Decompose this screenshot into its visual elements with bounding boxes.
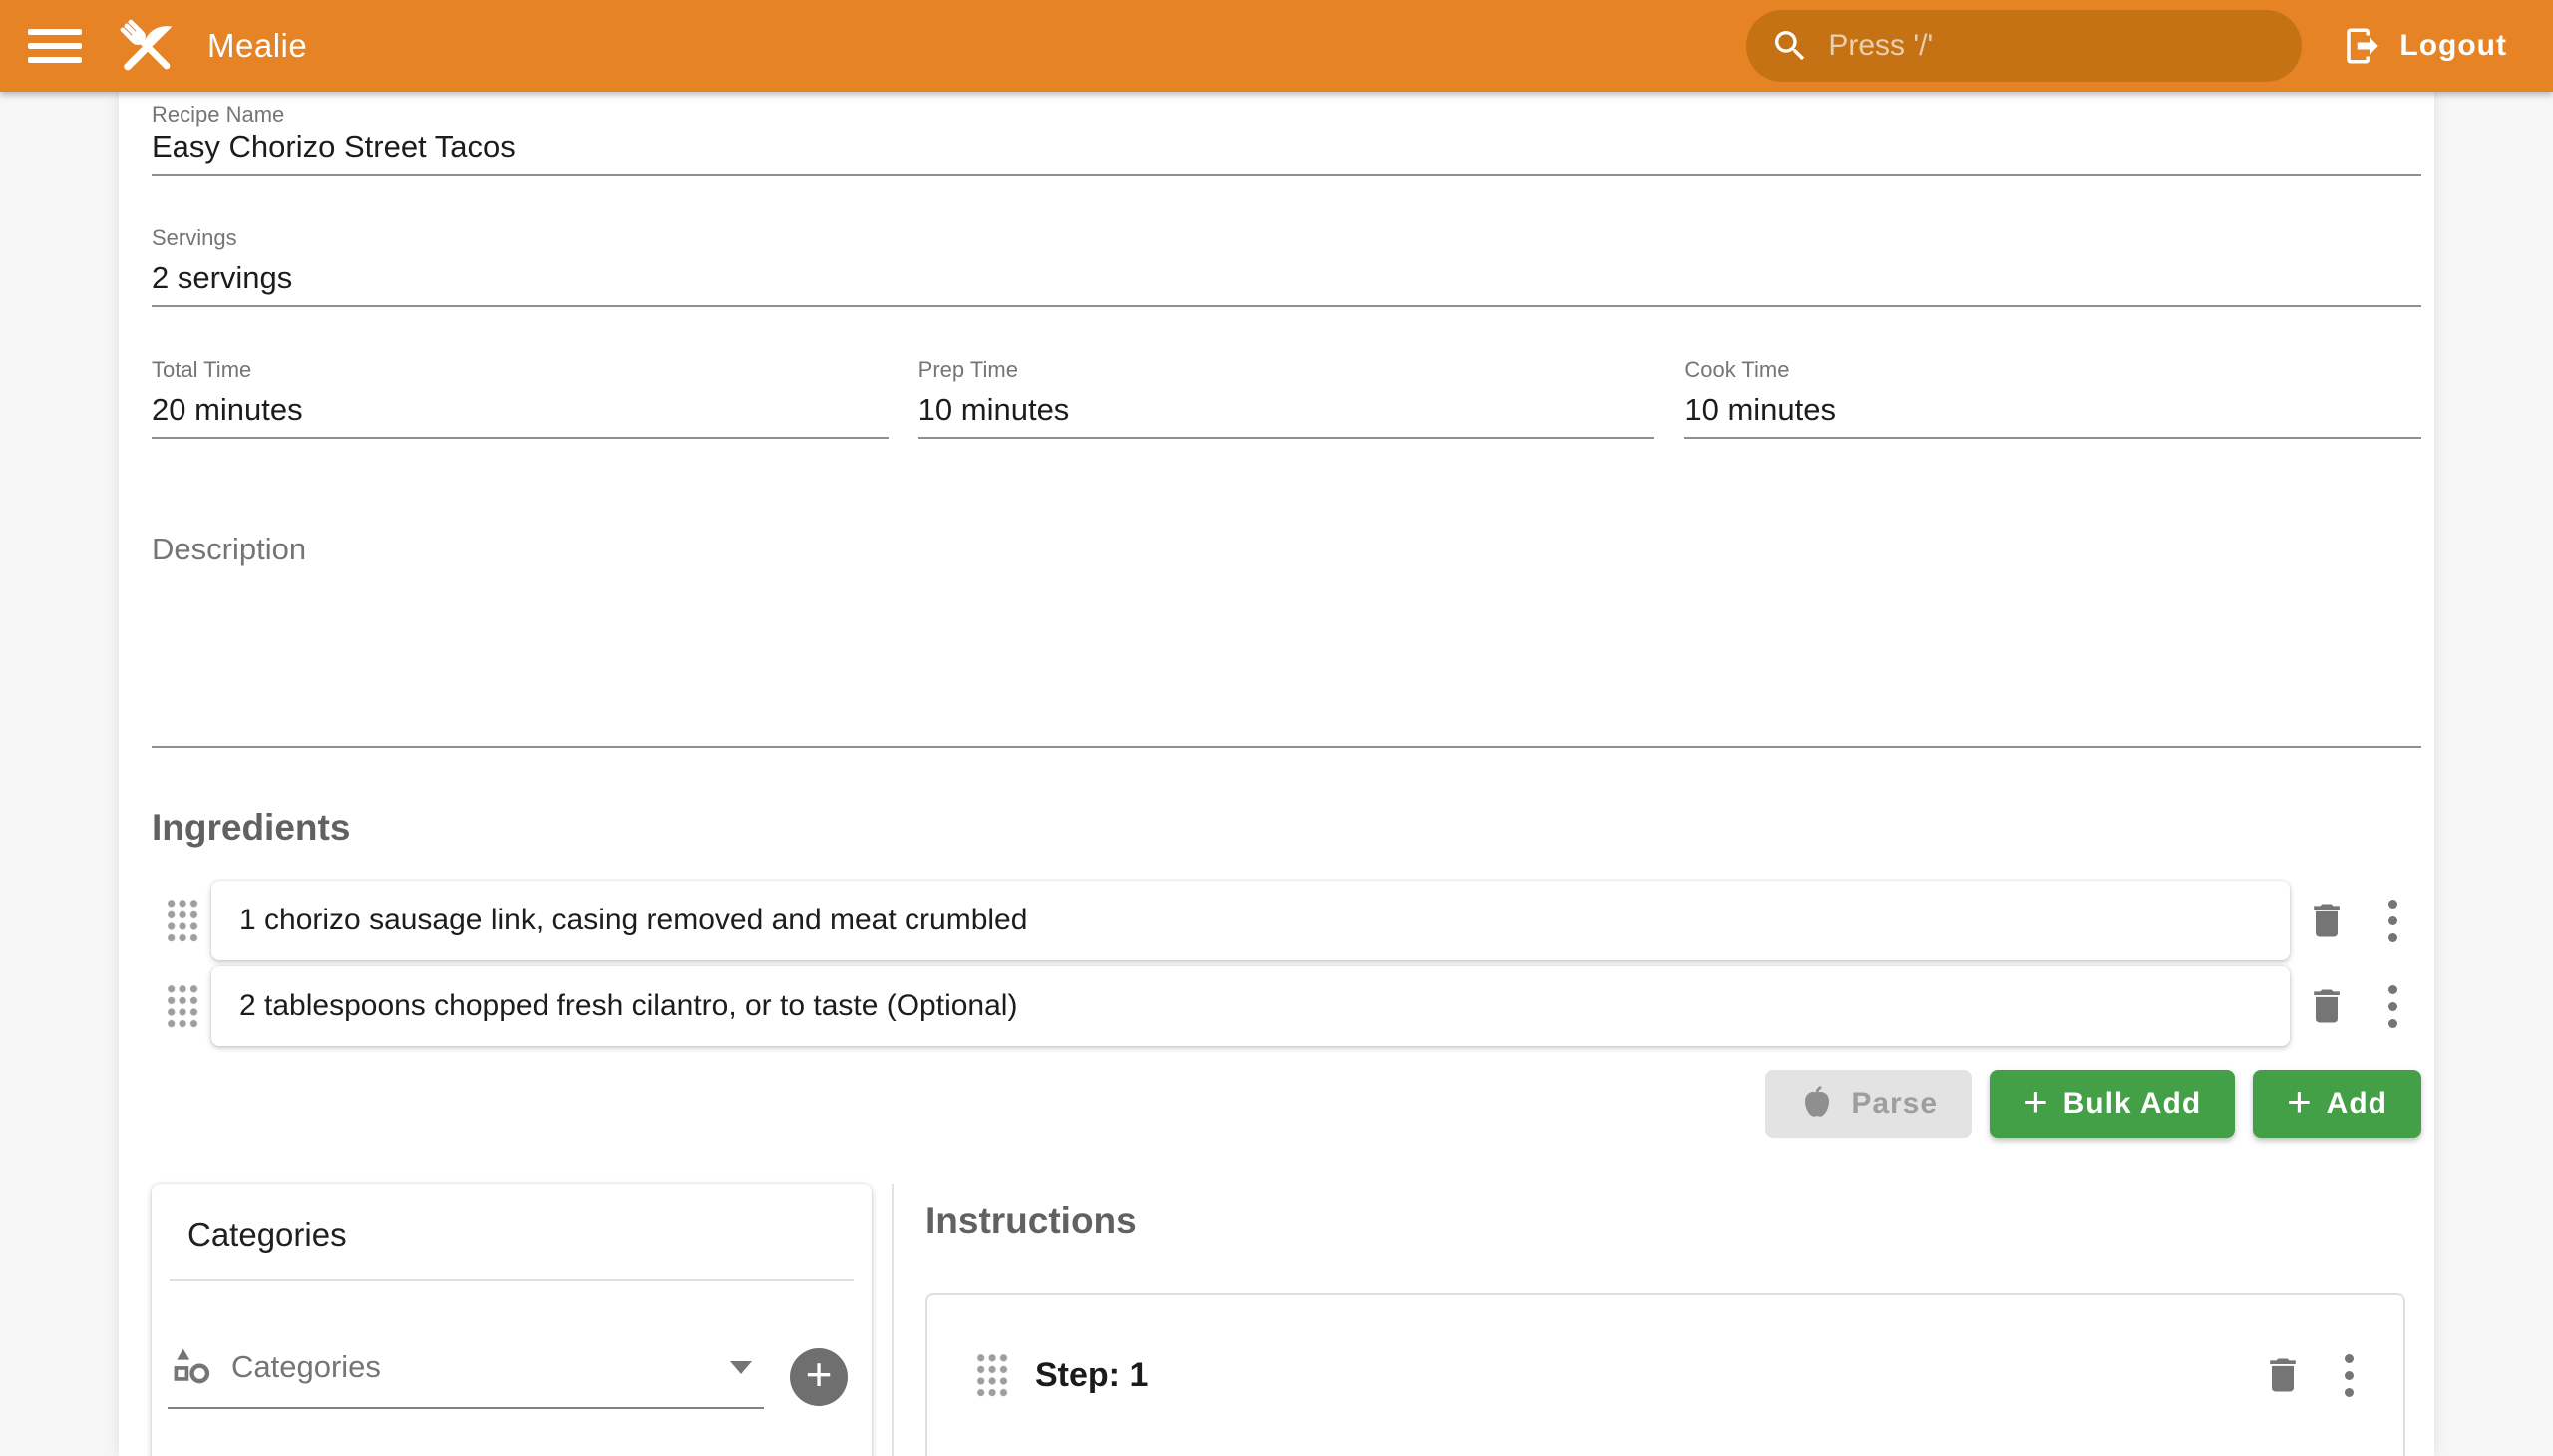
trash-icon: [2261, 1353, 2305, 1397]
drag-handle-icon[interactable]: [166, 983, 199, 1029]
parse-label: Parse: [1851, 1087, 1938, 1121]
ingredient-card: [211, 966, 2290, 1046]
description-textarea[interactable]: [152, 531, 2421, 748]
cook-time-input[interactable]: [1684, 391, 2421, 439]
kebab-menu-icon: [2388, 985, 2397, 1028]
recipe-editor-card: Recipe Name Servings Total Time Prep Tim…: [119, 92, 2434, 1456]
recipe-name-input[interactable]: [152, 128, 2421, 176]
drag-handle-icon[interactable]: [975, 1352, 1009, 1398]
add-ingredient-button[interactable]: Add: [2253, 1070, 2421, 1138]
delete-step-button[interactable]: [2254, 1343, 2312, 1407]
ingredient-list: [152, 881, 2421, 1046]
categories-select[interactable]: Categories: [168, 1345, 764, 1409]
menu-bar: [28, 43, 82, 49]
step-title: Step: 1: [1035, 1356, 2246, 1395]
trash-icon: [2305, 899, 2349, 942]
app-bar: Mealie Logout: [0, 0, 2553, 92]
ingredient-actions-row: Parse Bulk Add Add: [152, 1070, 2421, 1138]
mealie-logo-icon: [110, 9, 183, 83]
cook-time-label: Cook Time: [1684, 357, 2421, 383]
chevron-down-icon: [730, 1361, 752, 1374]
prep-time-field: Prep Time: [918, 357, 1655, 439]
instructions-column: Instructions Step: 1 Combine crumbled ch…: [925, 1184, 2421, 1456]
total-time-label: Total Time: [152, 357, 889, 383]
categories-select-row: Categories: [168, 1345, 848, 1409]
shapes-icon: [170, 1345, 213, 1389]
ingredient-menu-button[interactable]: [2364, 974, 2421, 1038]
total-time-input[interactable]: [152, 391, 889, 439]
categories-select-placeholder: Categories: [231, 1349, 712, 1385]
cook-time-field: Cook Time: [1684, 357, 2421, 439]
logout-button[interactable]: Logout: [2336, 15, 2513, 77]
bottom-columns: Categories Categories: [152, 1184, 2421, 1456]
servings-field: Servings: [152, 225, 2421, 307]
ingredient-menu-button[interactable]: [2364, 889, 2421, 952]
ingredient-input[interactable]: [239, 904, 2262, 937]
drag-handle-icon[interactable]: [166, 898, 199, 943]
ingredient-row: [152, 881, 2421, 960]
categories-card-title: Categories: [152, 1184, 872, 1279]
add-category-button[interactable]: [790, 1348, 848, 1406]
prep-time-label: Prep Time: [918, 357, 1655, 383]
servings-input[interactable]: [152, 259, 2421, 307]
categories-column: Categories Categories: [152, 1184, 890, 1456]
step-menu-button[interactable]: [2320, 1343, 2377, 1407]
divider: [170, 1279, 854, 1281]
vertical-divider: [892, 1184, 894, 1456]
menu-bar: [28, 57, 82, 63]
instructions-heading: Instructions: [925, 1198, 2405, 1244]
instruction-step-card: Step: 1 Combine crumbled chorizo and chi…: [925, 1293, 2405, 1456]
prep-time-input[interactable]: [918, 391, 1655, 439]
logout-label: Logout: [2399, 29, 2507, 63]
menu-bar: [28, 29, 82, 35]
search-input[interactable]: [1828, 29, 2278, 63]
description-label: Description: [152, 531, 306, 568]
plus-icon: [806, 1353, 833, 1395]
recipe-name-label: Recipe Name: [152, 102, 2421, 128]
step-header: Step: 1: [961, 1343, 2377, 1407]
search-box[interactable]: [1746, 10, 2302, 82]
trash-icon: [2305, 984, 2349, 1028]
kebab-menu-icon: [2345, 1354, 2354, 1397]
delete-ingredient-button[interactable]: [2298, 889, 2356, 952]
logout-icon: [2342, 25, 2383, 67]
search-icon: [1770, 26, 1810, 66]
ingredient-card: [211, 881, 2290, 960]
plus-icon: [2287, 1081, 2313, 1123]
ingredients-heading: Ingredients: [152, 805, 2421, 851]
kebab-menu-icon: [2388, 900, 2397, 942]
categories-card: Categories Categories: [152, 1184, 872, 1456]
add-label: Add: [2327, 1087, 2387, 1121]
servings-label: Servings: [152, 225, 2421, 251]
ingredient-input[interactable]: [239, 989, 2262, 1023]
recipe-name-field: Recipe Name: [152, 102, 2421, 176]
bulk-add-button[interactable]: Bulk Add: [1990, 1070, 2235, 1138]
plus-icon: [2023, 1081, 2049, 1123]
menu-icon[interactable]: [24, 14, 88, 78]
total-time-field: Total Time: [152, 357, 889, 439]
parse-button[interactable]: Parse: [1765, 1070, 1972, 1138]
time-fields-row: Total Time Prep Time Cook Time: [152, 357, 2421, 439]
delete-ingredient-button[interactable]: [2298, 974, 2356, 1038]
ingredient-row: [152, 966, 2421, 1046]
app-title: Mealie: [207, 27, 307, 65]
apple-icon: [1799, 1086, 1835, 1122]
bulk-add-label: Bulk Add: [2063, 1087, 2202, 1121]
description-field: Description: [152, 531, 2421, 753]
